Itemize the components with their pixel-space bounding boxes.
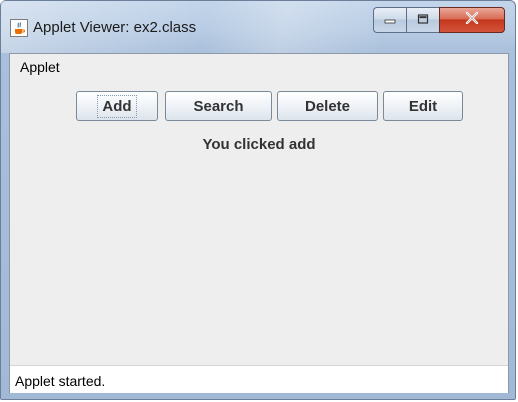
- title-bar[interactable]: Applet Viewer: ex2.class: [1, 1, 515, 53]
- applet-button-row: Add Search Delete Edit: [10, 91, 508, 123]
- delete-button[interactable]: Delete: [277, 91, 378, 121]
- menu-bar: Applet: [10, 54, 508, 80]
- applet-viewer-window: Applet Viewer: ex2.class Applet Add Sear…: [0, 0, 516, 400]
- minimize-button[interactable]: [373, 7, 406, 33]
- delete-button-label: Delete: [304, 97, 351, 115]
- minimize-icon: [384, 11, 396, 29]
- add-button[interactable]: Add: [76, 91, 158, 121]
- search-button[interactable]: Search: [165, 91, 272, 121]
- java-cup-icon[interactable]: [10, 19, 28, 37]
- add-button-label: Add: [97, 94, 137, 118]
- maximize-button[interactable]: [406, 7, 439, 33]
- maximize-icon: [417, 11, 429, 29]
- search-button-label: Search: [193, 97, 244, 115]
- click-message-label: You clicked add: [202, 136, 316, 153]
- edit-button-label: Edit: [408, 97, 438, 115]
- edit-button[interactable]: Edit: [383, 91, 463, 121]
- status-text: Applet started.: [15, 373, 106, 389]
- caption-buttons: [373, 7, 507, 35]
- applet-viewer-client: Applet Add Search Delete Edit You clicke…: [9, 53, 509, 393]
- window-title: Applet Viewer: ex2.class: [33, 19, 197, 36]
- menu-applet[interactable]: Applet: [20, 59, 60, 75]
- status-bar: Applet started.: [10, 365, 508, 393]
- close-icon: [465, 11, 479, 29]
- close-button[interactable]: [439, 7, 505, 33]
